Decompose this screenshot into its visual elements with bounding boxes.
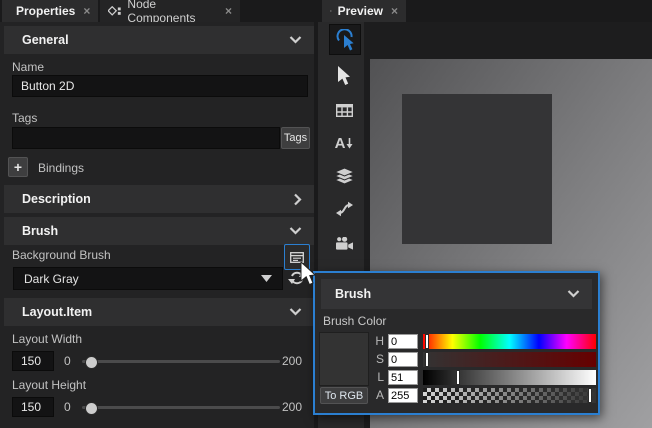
layout-height-input[interactable] (12, 397, 54, 417)
tab-properties[interactable]: Properties × (2, 0, 98, 22)
name-label: Name (12, 60, 44, 74)
hue-slider[interactable] (423, 334, 596, 349)
saturation-slider-marker[interactable] (425, 352, 429, 367)
section-general[interactable]: General (4, 26, 314, 54)
close-icon[interactable]: × (225, 5, 232, 17)
to-rgb-button[interactable]: To RGB (320, 387, 368, 404)
preview-button2d-node[interactable] (402, 94, 552, 244)
hue-input[interactable] (388, 334, 418, 349)
section-layout-item[interactable]: Layout.Item (4, 298, 314, 326)
saturation-slider[interactable] (423, 352, 596, 367)
tab-label: Properties (16, 4, 75, 18)
layout-height-slider[interactable] (82, 406, 280, 409)
slider-max-label: 200 (282, 400, 308, 414)
saturation-input[interactable] (388, 352, 418, 367)
layout-height-label: Layout Height (12, 378, 86, 392)
hue-slider-marker[interactable] (425, 334, 429, 349)
chevron-down-icon (289, 227, 302, 235)
chevron-down-icon (289, 308, 302, 316)
layout-width-slider[interactable] (82, 360, 280, 363)
background-brush-label: Background Brush (12, 248, 111, 262)
chevron-down-icon (261, 275, 272, 282)
app-window: Properties × Node Components × General N… (0, 0, 652, 428)
layout-width-label: Layout Width (12, 332, 82, 346)
section-brush[interactable]: Brush (4, 217, 314, 245)
tags-label: Tags (12, 111, 37, 125)
hue-label: H (370, 334, 384, 349)
section-description[interactable]: Description (4, 185, 314, 213)
alpha-label: A (370, 388, 384, 403)
slider-min-label: 0 (64, 400, 71, 414)
select-tool-icon[interactable] (330, 62, 358, 90)
alpha-slider[interactable] (423, 388, 596, 403)
bindings-label: Bindings (38, 161, 84, 175)
lightness-slider[interactable] (423, 370, 596, 385)
play-icon (330, 4, 332, 18)
layout-width-slider-thumb[interactable] (85, 356, 98, 369)
close-icon[interactable]: × (83, 5, 90, 17)
tags-input[interactable] (12, 127, 280, 149)
camera-tool-icon[interactable] (330, 229, 358, 257)
interact-tool-icon[interactable] (329, 24, 361, 55)
brush-popup: Brush Brush Color H S L To RGB A (313, 271, 600, 415)
slider-min-label: 0 (64, 354, 71, 368)
alpha-slider-marker[interactable] (588, 388, 592, 403)
lightness-input[interactable] (388, 370, 418, 385)
lightness-label: L (370, 370, 384, 385)
node-components-icon (108, 6, 121, 17)
layers-tool-icon[interactable] (330, 162, 358, 190)
saturation-label: S (370, 352, 384, 367)
connections-tool-icon[interactable] (330, 195, 358, 223)
lightness-slider-marker[interactable] (456, 370, 460, 385)
layout-width-input[interactable] (12, 351, 54, 371)
close-icon[interactable]: × (391, 5, 398, 17)
brush-editor-icon (290, 252, 304, 263)
chevron-down-icon (567, 290, 580, 298)
tags-button[interactable]: Tags (281, 127, 310, 149)
brush-color-swatch (319, 332, 369, 386)
section-title: Description (22, 192, 294, 206)
tab-preview[interactable]: Preview × (322, 0, 406, 22)
slider-max-label: 200 (282, 354, 308, 368)
popup-section-brush[interactable]: Brush (321, 279, 592, 309)
section-title: Brush (22, 224, 289, 238)
add-binding-button[interactable]: + (8, 157, 28, 177)
text-tool-icon[interactable]: A (330, 129, 358, 157)
name-input[interactable] (12, 75, 308, 97)
layout-height-slider-thumb[interactable] (85, 402, 98, 415)
brush-color-label: Brush Color (323, 314, 386, 328)
background-brush-value: Dark Gray (24, 272, 261, 286)
chevron-right-icon (294, 193, 302, 206)
chevron-down-icon (289, 36, 302, 44)
section-title: Layout.Item (22, 305, 289, 319)
background-brush-dropdown[interactable]: Dark Gray (13, 267, 283, 290)
section-title: General (22, 33, 289, 47)
alpha-input[interactable] (388, 388, 418, 403)
tab-node-components[interactable]: Node Components × (100, 0, 240, 22)
mouse-cursor-icon (300, 262, 317, 286)
tab-label: Preview (338, 4, 383, 18)
grid-tool-icon[interactable] (330, 96, 358, 124)
popup-title: Brush (335, 287, 567, 301)
